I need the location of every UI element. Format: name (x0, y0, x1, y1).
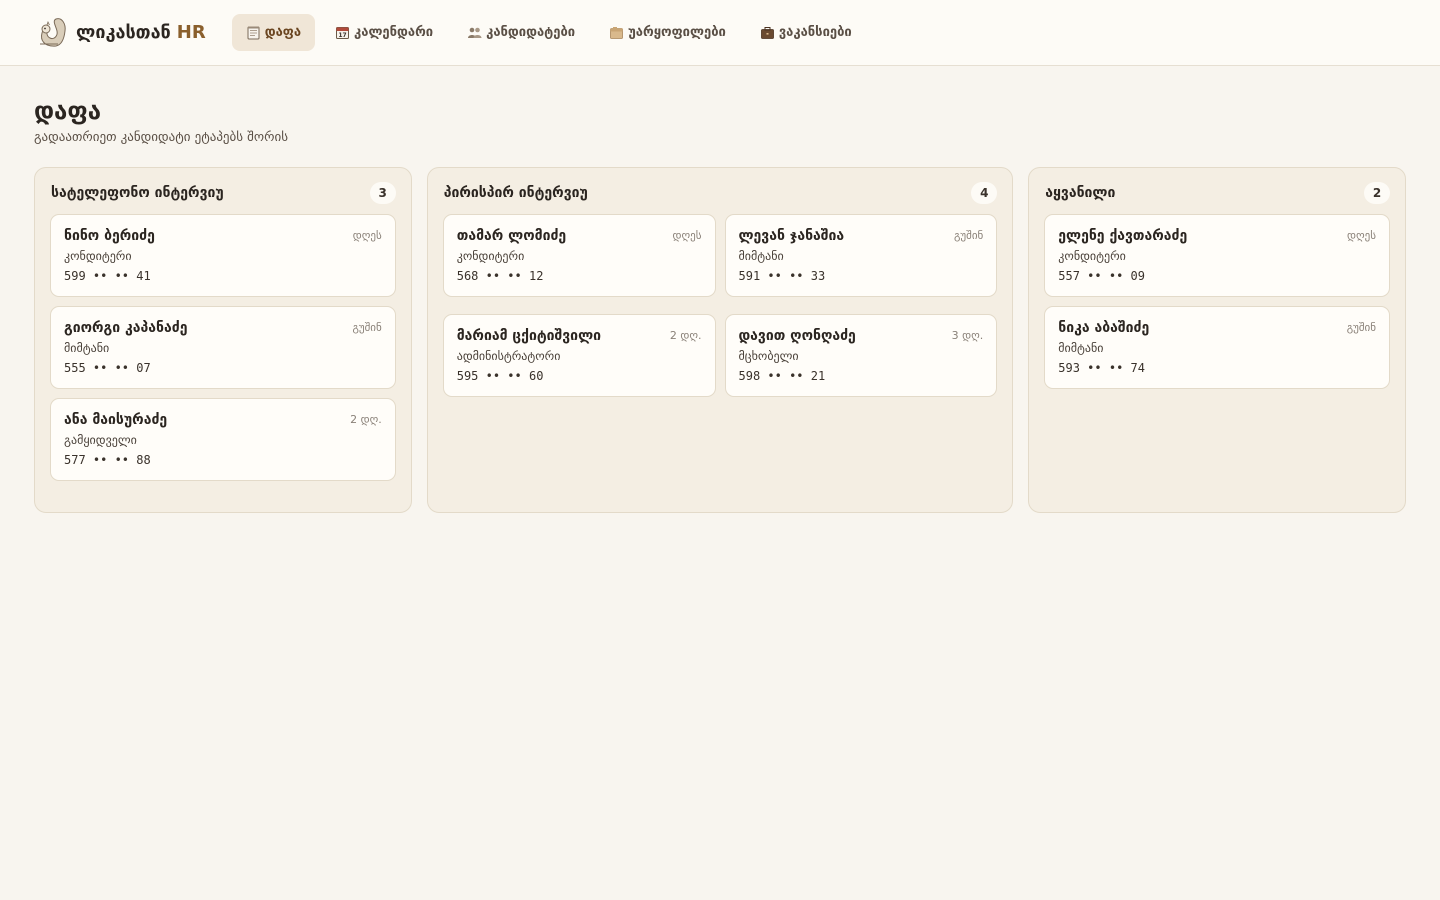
card-top: ლევან ჯანაშია გუშინ (739, 227, 984, 246)
candidate-card[interactable]: ლევან ჯანაშია გუშინ მიმტანი 591 •• •• 33 (724, 214, 998, 297)
briefcase-icon (760, 27, 774, 39)
nav-item-board[interactable]: დაფა (231, 14, 316, 51)
nav-label: უარყოფილები (628, 25, 726, 40)
card-top: ნიკა აბაშიძე გუშინ (1058, 319, 1376, 338)
candidate-name: ლევან ჯანაშია (738, 228, 845, 244)
candidate-phone: 595 •• •• 60 (456, 369, 544, 383)
candidate-role: კონდიტერი (1058, 249, 1126, 263)
nav-item-rejected[interactable]: უარყოფილები (595, 14, 740, 51)
candidate-card[interactable]: თამარ ლომიძე დღეს კონდიტერი 568 •• •• 12 (442, 214, 716, 297)
candidate-time: დღეს (1347, 229, 1376, 242)
candidate-time: 3 დღ. (951, 329, 984, 342)
column-title: სატელეფონო ინტერვიუ (51, 185, 224, 201)
page-subtitle: გადაათრიეთ კანდიდატი ეტაპებს შორის (34, 130, 288, 145)
candidate-role: კონდიტერი (456, 249, 525, 263)
nav-item-calendar[interactable]: 17 კალენდარი (321, 14, 447, 51)
candidate-phone: 591 •• •• 33 (738, 269, 826, 283)
candidate-phone: 577 •• •• 88 (64, 453, 151, 467)
candidate-phone: 557 •• •• 09 (1058, 269, 1145, 283)
candidate-card[interactable]: ნინო ბერიძე დღეს კონდიტერი 599 •• •• 41 (50, 214, 396, 297)
nav-item-candidates[interactable]: კანდიდატები (453, 14, 589, 51)
candidate-name: თამარ ლომიძე (456, 228, 567, 244)
calendar-icon: 17 (336, 27, 350, 39)
candidate-phone: 593 •• •• 74 (1058, 361, 1145, 375)
card-top: გიორგი კაპანაძე გუშინ (64, 319, 382, 338)
brand[interactable]: ლიკასთან HR (34, 16, 206, 50)
candidate-phone: 555 •• •• 07 (64, 361, 151, 375)
candidate-role: მცხობელი (738, 349, 799, 363)
brand-suffix: HR (176, 22, 206, 43)
card-top: ელენე ქავთარაძე დღეს (1058, 227, 1376, 246)
candidate-role: გამყიდველი (64, 433, 137, 447)
candidate-phone: 598 •• •• 21 (738, 369, 826, 383)
candidate-card[interactable]: გიორგი კაპანაძე გუშინ მიმტანი 555 •• •• … (50, 306, 396, 389)
card-top: თამარ ლომიძე დღეს (457, 227, 702, 246)
main-nav: დაფა 17 კალენდარი კანდიდატები უარყოფილებ… (231, 14, 872, 51)
nav-item-vacancies[interactable]: ვაკანსიები (746, 14, 866, 51)
top-bar: ლიკასთან HR დაფა 17 კალენდარი კანდიდატებ… (0, 0, 1440, 66)
candidate-name: ნიკა აბაშიძე (1058, 320, 1150, 336)
candidate-card[interactable]: ანა მაისურაძე 2 დღ. გამყიდველი 577 •• ••… (50, 398, 396, 481)
card-top: დავით ღონღაძე 3 დღ. (739, 327, 984, 346)
archive-box-icon (610, 27, 624, 39)
card-top: ნინო ბერიძე დღეს (64, 227, 382, 246)
column-count-badge: 2 (1364, 182, 1390, 204)
board-page: დაფა გადაათრიეთ კანდიდატი ეტაპებს შორის … (0, 66, 1440, 513)
nav-label: ვაკანსიები (778, 25, 852, 40)
candidate-name: ნინო ბერიძე (64, 228, 155, 244)
column-title: პირისპირ ინტერვიუ (443, 185, 588, 201)
squirrel-logo-icon (40, 17, 66, 47)
candidate-role: მიმტანი (1058, 341, 1104, 355)
card-top: მარიამ ცქიტიშვილი 2 დღ. (457, 327, 702, 346)
candidate-time: დღეს (352, 229, 382, 242)
candidate-time: 2 დღ. (669, 329, 702, 342)
candidate-name: მარიამ ცქიტიშვილი (456, 328, 601, 344)
candidate-time: გუშინ (1346, 321, 1376, 334)
candidate-role: კონდიტერი (64, 249, 132, 263)
card-top: ანა მაისურაძე 2 დღ. (64, 411, 382, 430)
nav-label: კანდიდატები (486, 25, 576, 40)
nav-label: კალენდარი (354, 25, 434, 40)
candidate-name: ანა მაისურაძე (64, 412, 168, 428)
candidate-time: 2 დღ. (350, 413, 382, 426)
candidate-time: დღეს (672, 229, 702, 242)
candidate-card[interactable]: ელენე ქავთარაძე დღეს კონდიტერი 557 •• ••… (1044, 214, 1390, 297)
candidate-card[interactable]: დავით ღონღაძე 3 დღ. მცხობელი 598 •• •• 2… (724, 314, 998, 397)
card-grid: თამარ ლომიძე დღეს კონდიტერი 568 •• •• 12… (442, 214, 998, 397)
people-icon (468, 27, 482, 38)
brand-name: ლიკასთან (76, 22, 171, 43)
card-list: ნინო ბერიძე დღეს კონდიტერი 599 •• •• 41 … (50, 214, 396, 490)
candidate-name: დავით ღონღაძე (738, 328, 856, 344)
column-header: პირისპირ ინტერვიუ 4 (443, 182, 998, 204)
candidate-time: გუშინ (954, 229, 984, 242)
column-header: სატელეფონო ინტერვიუ 3 (50, 182, 396, 204)
candidate-time: გუშინ (352, 321, 382, 334)
page-title: დაფა (34, 97, 102, 125)
column-header: აყვანილი 2 (1044, 182, 1390, 204)
candidate-name: გიორგი კაპანაძე (64, 320, 188, 336)
column-title: აყვანილი (1045, 185, 1116, 201)
candidate-phone: 599 •• •• 41 (64, 269, 151, 283)
svg-text:17: 17 (338, 32, 346, 39)
candidate-role: მიმტანი (738, 249, 784, 263)
column-hired[interactable]: აყვანილი 2 ელენე ქავთარაძე დღეს კონდიტერ… (1028, 167, 1406, 513)
candidate-phone: 568 •• •• 12 (456, 269, 544, 283)
column-count-badge: 3 (369, 182, 396, 204)
candidate-role: ადმინისტრატორი (456, 349, 561, 363)
column-count-badge: 4 (971, 182, 998, 204)
column-phone-interview[interactable]: სატელეფონო ინტერვიუ 3 ნინო ბერიძე დღეს კ… (34, 167, 412, 513)
candidate-role: მიმტანი (64, 341, 110, 355)
card-list: ელენე ქავთარაძე დღეს კონდიტერი 557 •• ••… (1044, 214, 1390, 398)
kanban-board: სატელეფონო ინტერვიუ 3 ნინო ბერიძე დღეს კ… (34, 167, 1406, 513)
column-in-person-interview[interactable]: პირისპირ ინტერვიუ 4 თამარ ლომიძე დღეს კო… (426, 167, 1014, 513)
candidate-card[interactable]: მარიამ ცქიტიშვილი 2 დღ. ადმინისტრატორი 5… (442, 314, 716, 397)
nav-label: დაფა (264, 25, 302, 40)
notepad-icon (247, 26, 260, 40)
candidate-card[interactable]: ნიკა აბაშიძე გუშინ მიმტანი 593 •• •• 74 (1044, 306, 1390, 389)
candidate-name: ელენე ქავთარაძე (1058, 228, 1188, 244)
